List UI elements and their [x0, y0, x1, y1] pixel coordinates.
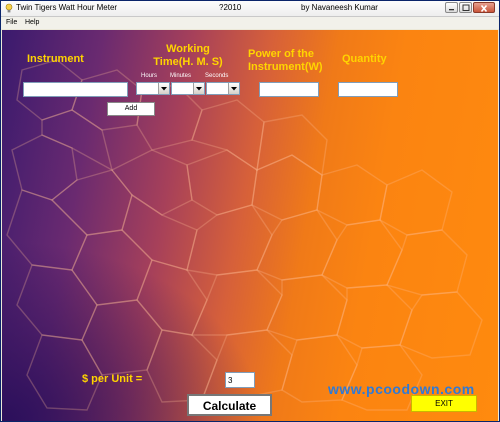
chevron-down-icon: [196, 87, 202, 91]
exit-button[interactable]: EXIT: [411, 395, 477, 412]
hours-label: Hours: [141, 73, 158, 79]
menu-help[interactable]: Help: [25, 19, 39, 26]
power-input[interactable]: [259, 82, 319, 97]
app-window: Twin Tigers Watt Hour Meter ?2010 by Nav…: [0, 0, 500, 422]
close-button[interactable]: [473, 2, 495, 13]
seconds-label: Seconds: [205, 73, 229, 79]
add-button[interactable]: Add: [107, 102, 155, 116]
chevron-down-icon: [161, 87, 167, 91]
window-title: Twin Tigers Watt Hour Meter: [16, 3, 118, 12]
quantity-input[interactable]: [338, 82, 398, 97]
per-unit-input[interactable]: [225, 372, 255, 388]
minimize-button[interactable]: [445, 2, 458, 13]
working-time-label-line2: Time(H. M. S): [153, 56, 223, 68]
per-unit-label: $ per Unit =: [82, 373, 143, 385]
seconds-dropdown-button[interactable]: [228, 83, 239, 94]
instrument-label: Instrument: [27, 53, 84, 65]
maximize-button[interactable]: [459, 2, 472, 13]
menu-file[interactable]: File: [6, 19, 17, 26]
power-label-line2: Instrument(W): [248, 61, 323, 73]
title-bar[interactable]: Twin Tigers Watt Hour Meter ?2010 by Nav…: [1, 1, 499, 17]
client-area: Instrument Working Time(H. M. S) Power o…: [2, 30, 498, 421]
minutes-label: Minutes: [170, 73, 192, 79]
minutes-select[interactable]: [171, 82, 205, 95]
window-year: ?2010: [219, 3, 242, 12]
window-author: by Navaneesh Kumar: [301, 3, 378, 12]
app-icon: [4, 3, 14, 13]
minimize-icon: [449, 9, 454, 11]
quantity-label: Quantity: [342, 53, 387, 65]
hours-select[interactable]: [136, 82, 170, 95]
hours-dropdown-button[interactable]: [158, 83, 169, 94]
calculate-button[interactable]: Calculate: [187, 394, 272, 416]
chevron-down-icon: [231, 87, 237, 91]
working-time-label-line1: Working: [166, 43, 210, 55]
instrument-input[interactable]: [23, 82, 128, 97]
menu-bar: File Help: [1, 17, 499, 29]
seconds-select[interactable]: [206, 82, 240, 95]
power-label-line1: Power of the: [248, 48, 315, 60]
minutes-dropdown-button[interactable]: [193, 83, 204, 94]
maximize-icon: [462, 4, 470, 11]
close-icon: [480, 4, 488, 13]
